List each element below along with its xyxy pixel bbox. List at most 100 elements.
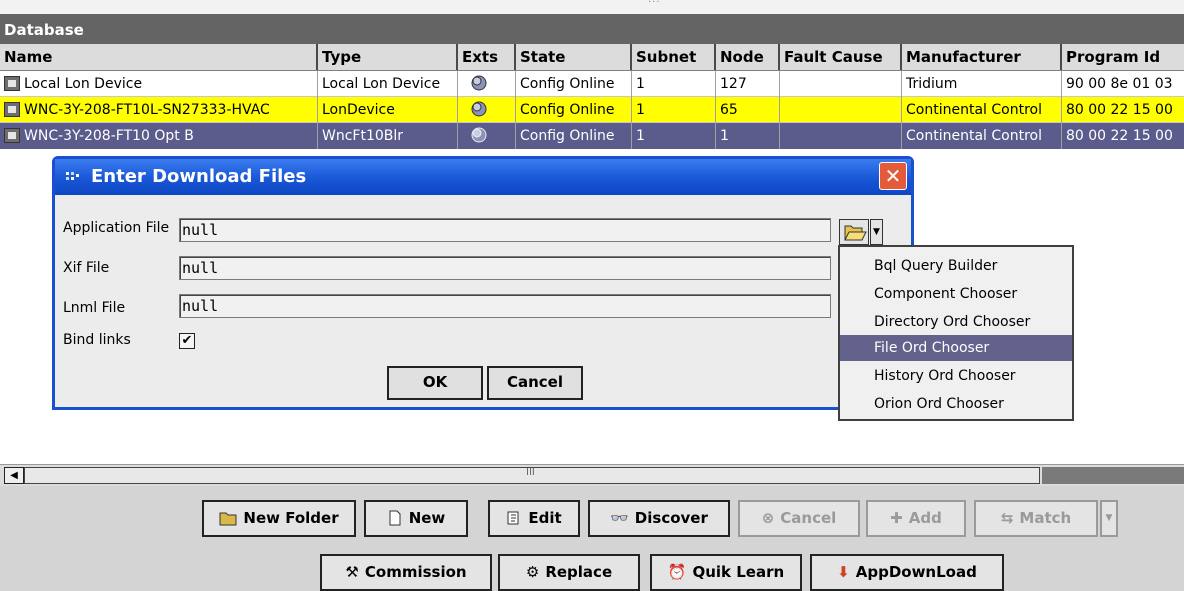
cell-node: 1 bbox=[716, 123, 780, 149]
menu-item-directory-ord-chooser[interactable]: Directory Ord Chooser bbox=[840, 309, 1072, 335]
cell-state: Config Online bbox=[516, 123, 632, 149]
col-header-manufacturer[interactable]: Manufacturer bbox=[902, 44, 1062, 70]
cell-manufacturer: Continental Control bbox=[902, 123, 1062, 149]
open-folder-icon bbox=[844, 225, 867, 241]
cell-name: WNC-3Y-208-FT10L-SN27333-HVAC bbox=[0, 97, 318, 123]
cell-type: Local Lon Device bbox=[318, 71, 458, 97]
top-splitter[interactable]: ··· bbox=[0, 0, 1184, 14]
cancel-button[interactable]: Cancel bbox=[487, 366, 583, 400]
database-title: Database bbox=[0, 14, 1184, 44]
cell-name: WNC-3Y-208-FT10 Opt B bbox=[0, 123, 318, 149]
cancel-action-button[interactable]: ⊗ Cancel bbox=[738, 500, 860, 537]
device-icon bbox=[4, 128, 20, 143]
quik-learn-icon: ⏰ bbox=[667, 563, 687, 581]
lnml-file-input[interactable]: null bbox=[179, 294, 831, 318]
dialog-titlebar[interactable]: Enter Download Files ✕ bbox=[55, 159, 911, 195]
cell-program-id: 80 00 22 15 00 bbox=[1066, 128, 1173, 144]
match-button[interactable]: ⇆ Match bbox=[974, 500, 1098, 537]
extensions-icon bbox=[471, 101, 487, 117]
cell-subnet: 1 bbox=[632, 71, 716, 97]
cell-exts bbox=[458, 123, 516, 149]
add-button[interactable]: ✚ Add bbox=[866, 500, 966, 537]
cancel-icon: ⊗ bbox=[761, 509, 775, 527]
download-icon: ⬇ bbox=[837, 563, 850, 581]
cell-subnet: 1 bbox=[632, 97, 716, 123]
table-row[interactable]: WNC-3Y-208-FT10 Opt B WncFt10Blr Config … bbox=[0, 123, 1184, 149]
table-row[interactable]: WNC-3Y-208-FT10L-SN27333-HVAC LonDevice … bbox=[0, 97, 1184, 123]
xif-file-input[interactable]: null bbox=[179, 256, 831, 280]
cell-manufacturer: Tridium bbox=[902, 71, 1062, 97]
open-folder-button[interactable] bbox=[839, 219, 869, 245]
new-document-icon bbox=[389, 510, 401, 526]
edit-button[interactable]: Edit bbox=[488, 500, 580, 537]
application-file-input[interactable]: null bbox=[179, 218, 831, 242]
col-header-type[interactable]: Type bbox=[318, 44, 458, 70]
menu-item-file-ord-chooser[interactable]: File Ord Chooser bbox=[840, 335, 1072, 361]
col-header-fault-cause[interactable]: Fault Cause bbox=[780, 44, 902, 70]
chevron-down-icon: ▼ bbox=[1105, 513, 1113, 523]
application-file-label: Application File bbox=[63, 220, 170, 236]
replace-icon: ⚙ bbox=[525, 563, 540, 581]
col-header-program-id[interactable]: Program Id bbox=[1062, 44, 1184, 70]
cell-node: 65 bbox=[716, 97, 780, 123]
xif-file-label: Xif File bbox=[63, 260, 110, 276]
scroll-left-button[interactable]: ◀ bbox=[4, 467, 24, 484]
new-button[interactable]: New bbox=[364, 500, 468, 537]
match-dropdown-button[interactable]: ▼ bbox=[1100, 500, 1118, 537]
menu-item-component-chooser[interactable]: Component Chooser bbox=[840, 281, 1072, 307]
chooser-dropdown-button[interactable]: ▼ bbox=[870, 219, 883, 245]
bind-links-label: Bind links bbox=[63, 332, 131, 348]
ok-button[interactable]: OK bbox=[387, 366, 483, 400]
appdownload-button[interactable]: ⬇ AppDownLoad bbox=[810, 554, 1004, 591]
chooser-menu: Bql Query Builder Component Chooser Dire… bbox=[838, 245, 1074, 421]
cell-name: Local Lon Device bbox=[0, 71, 318, 97]
cell-program-id: 90 00 8e 01 03 bbox=[1066, 76, 1173, 92]
cell-state: Config Online bbox=[516, 97, 632, 123]
binoculars-icon: 👓 bbox=[610, 509, 629, 527]
discover-button[interactable]: 👓 Discover bbox=[588, 500, 730, 537]
commission-button[interactable]: ⚒ Commission bbox=[320, 554, 492, 591]
horizontal-scrollbar[interactable]: ◀ III bbox=[0, 464, 1184, 486]
extensions-icon bbox=[471, 75, 487, 91]
menu-item-orion-ord-chooser[interactable]: Orion Ord Chooser bbox=[840, 391, 1072, 417]
col-header-subnet[interactable]: Subnet bbox=[632, 44, 716, 70]
table-header: Name Type Exts State Subnet Node Fault C… bbox=[0, 44, 1184, 71]
new-folder-icon bbox=[219, 512, 237, 526]
chevron-down-icon: ▼ bbox=[873, 227, 880, 237]
cell-program-id: 80 00 22 15 00 bbox=[1066, 102, 1173, 118]
scroll-grip: III bbox=[526, 467, 535, 478]
dialog-app-icon bbox=[66, 172, 79, 180]
col-header-state[interactable]: State bbox=[516, 44, 632, 70]
chevron-left-icon: ◀ bbox=[10, 470, 18, 481]
match-icon: ⇆ bbox=[1000, 509, 1014, 527]
cell-fault-cause bbox=[780, 97, 902, 123]
menu-item-bql-query-builder[interactable]: Bql Query Builder bbox=[840, 253, 1072, 279]
dialog-title: Enter Download Files bbox=[91, 166, 307, 187]
quik-learn-button[interactable]: ⏰ Quik Learn bbox=[650, 554, 802, 591]
new-folder-button[interactable]: New Folder bbox=[202, 500, 356, 537]
add-icon: ✚ bbox=[890, 509, 903, 527]
scroll-track[interactable] bbox=[1042, 467, 1184, 484]
hammer-icon: ⚒ bbox=[345, 563, 359, 581]
cell-manufacturer: Continental Control bbox=[902, 97, 1062, 123]
menu-item-history-ord-chooser[interactable]: History Ord Chooser bbox=[840, 363, 1072, 389]
cell-fault-cause bbox=[780, 123, 902, 149]
download-files-dialog: Enter Download Files ✕ Application File … bbox=[52, 156, 914, 410]
cell-node: 127 bbox=[716, 71, 780, 97]
col-header-exts[interactable]: Exts bbox=[458, 44, 516, 70]
replace-button[interactable]: ⚙ Replace bbox=[498, 554, 640, 591]
col-header-name[interactable]: Name bbox=[0, 44, 318, 70]
cell-type: WncFt10Blr bbox=[318, 123, 458, 149]
cell-fault-cause bbox=[780, 71, 902, 97]
lnml-file-label: Lnml File bbox=[63, 300, 126, 316]
cell-subnet: 1 bbox=[632, 123, 716, 149]
cell-exts bbox=[458, 97, 516, 123]
col-header-node[interactable]: Node bbox=[716, 44, 780, 70]
table-row[interactable]: Local Lon Device Local Lon Device Config… bbox=[0, 71, 1184, 97]
extensions-icon bbox=[471, 127, 487, 143]
cell-exts bbox=[458, 71, 516, 97]
edit-icon bbox=[507, 511, 519, 525]
cell-type: LonDevice bbox=[318, 97, 458, 123]
bind-links-checkbox[interactable]: ✔ bbox=[179, 333, 195, 349]
close-button[interactable]: ✕ bbox=[879, 162, 907, 190]
